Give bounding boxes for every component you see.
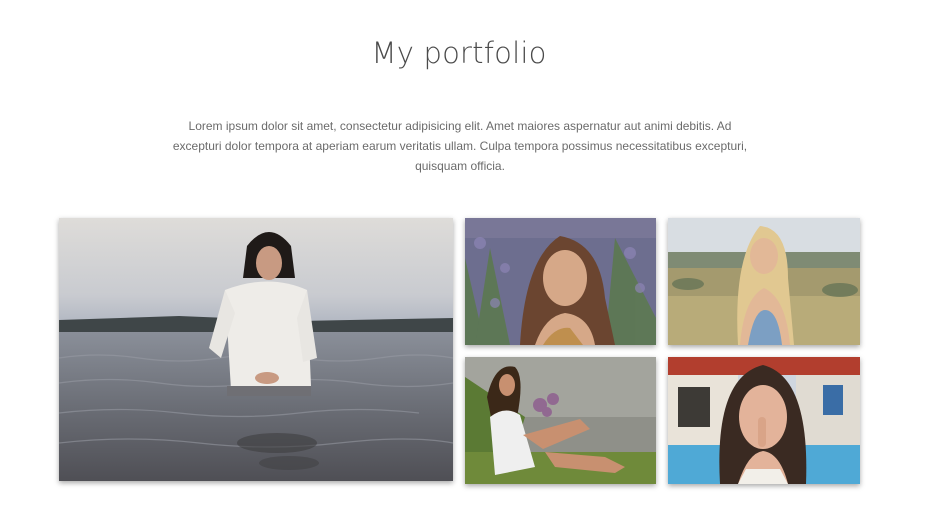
portfolio-item-3[interactable]	[668, 218, 860, 345]
portfolio-item-2[interactable]	[465, 218, 656, 345]
photo-woman-sitting-on-grass-icon	[465, 357, 656, 484]
portfolio-description: Lorem ipsum dolor sit amet, consectetur …	[172, 119, 748, 173]
portfolio-item-4[interactable]	[465, 357, 656, 484]
page-title: My portfolio	[371, 36, 547, 70]
photo-woman-in-lavender-field-icon	[465, 218, 656, 345]
photo-blonde-woman-in-field-icon	[668, 218, 860, 345]
portfolio-item-5[interactable]	[668, 357, 860, 484]
portfolio-item-1[interactable]	[59, 218, 453, 481]
photo-woman-in-sea-icon	[59, 218, 453, 481]
photo-woman-finger-on-lips-icon	[668, 357, 860, 484]
